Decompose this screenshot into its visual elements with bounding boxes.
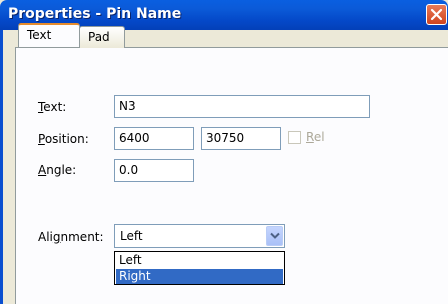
close-icon — [430, 8, 443, 21]
rel-checkbox[interactable] — [288, 131, 301, 144]
rel-label: Rel — [306, 130, 325, 144]
angle-label: Angle: — [38, 163, 77, 177]
alignment-option-right[interactable]: Right — [116, 269, 283, 284]
tab-text[interactable]: Text — [18, 23, 80, 47]
tab-pad-label: Pad — [88, 30, 110, 44]
text-input[interactable]: N3 — [114, 95, 370, 118]
tab-text-label: Text — [27, 28, 52, 42]
position-x-input[interactable]: 6400 — [114, 127, 194, 150]
text-label: Text: — [38, 100, 67, 114]
window-title: Properties - Pin Name — [8, 6, 182, 22]
tab-pad[interactable]: Pad — [79, 26, 125, 48]
alignment-option-left[interactable]: Left — [116, 253, 283, 268]
angle-input[interactable]: 0.0 — [114, 159, 194, 182]
alignment-dropdown-button[interactable] — [266, 226, 283, 246]
position-label: Position: — [38, 132, 89, 146]
alignment-dropdown-list: Left Right — [114, 251, 285, 285]
alignment-select-value: Left — [120, 229, 143, 243]
close-button[interactable] — [426, 4, 447, 25]
alignment-select[interactable]: Left — [114, 224, 285, 248]
position-y-input[interactable]: 30750 — [201, 127, 281, 150]
chevron-down-icon — [270, 232, 280, 239]
alignment-label: Alignment: — [38, 230, 104, 244]
